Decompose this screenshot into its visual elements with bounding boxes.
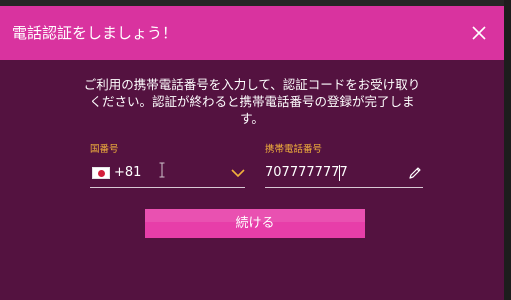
phone-verification-dialog: 電話認証をしましょう！ ご利用の携帯電話番号を入力して、認証コードをお受け取りく… [0, 6, 504, 300]
window-edge [504, 0, 511, 300]
instructions-text: ご利用の携帯電話番号を入力して、認証コードをお受け取りください。認証が終わると携… [83, 77, 421, 126]
text-caret [339, 165, 340, 181]
phone-number-field[interactable] [265, 161, 423, 188]
continue-button-label: 続ける [235, 216, 275, 231]
dialog-header: 電話認証をしましょう！ [0, 6, 504, 60]
phone-number-input[interactable] [265, 164, 405, 182]
pencil-icon [409, 167, 421, 179]
country-code-label: 国番号 [90, 144, 119, 155]
text-cursor-icon [159, 162, 165, 178]
flag-sun [98, 170, 105, 177]
dialog-title: 電話認証をしましょう！ [12, 24, 178, 42]
close-button[interactable] [470, 24, 488, 42]
close-icon [472, 26, 486, 40]
chevron-down-icon [231, 169, 245, 178]
country-code-value: +81 [114, 165, 142, 180]
japan-flag-icon [92, 167, 110, 179]
phone-number-label: 携帯電話番号 [265, 144, 323, 155]
country-code-select[interactable]: +81 [90, 161, 245, 188]
continue-button[interactable]: 続ける [145, 209, 365, 238]
